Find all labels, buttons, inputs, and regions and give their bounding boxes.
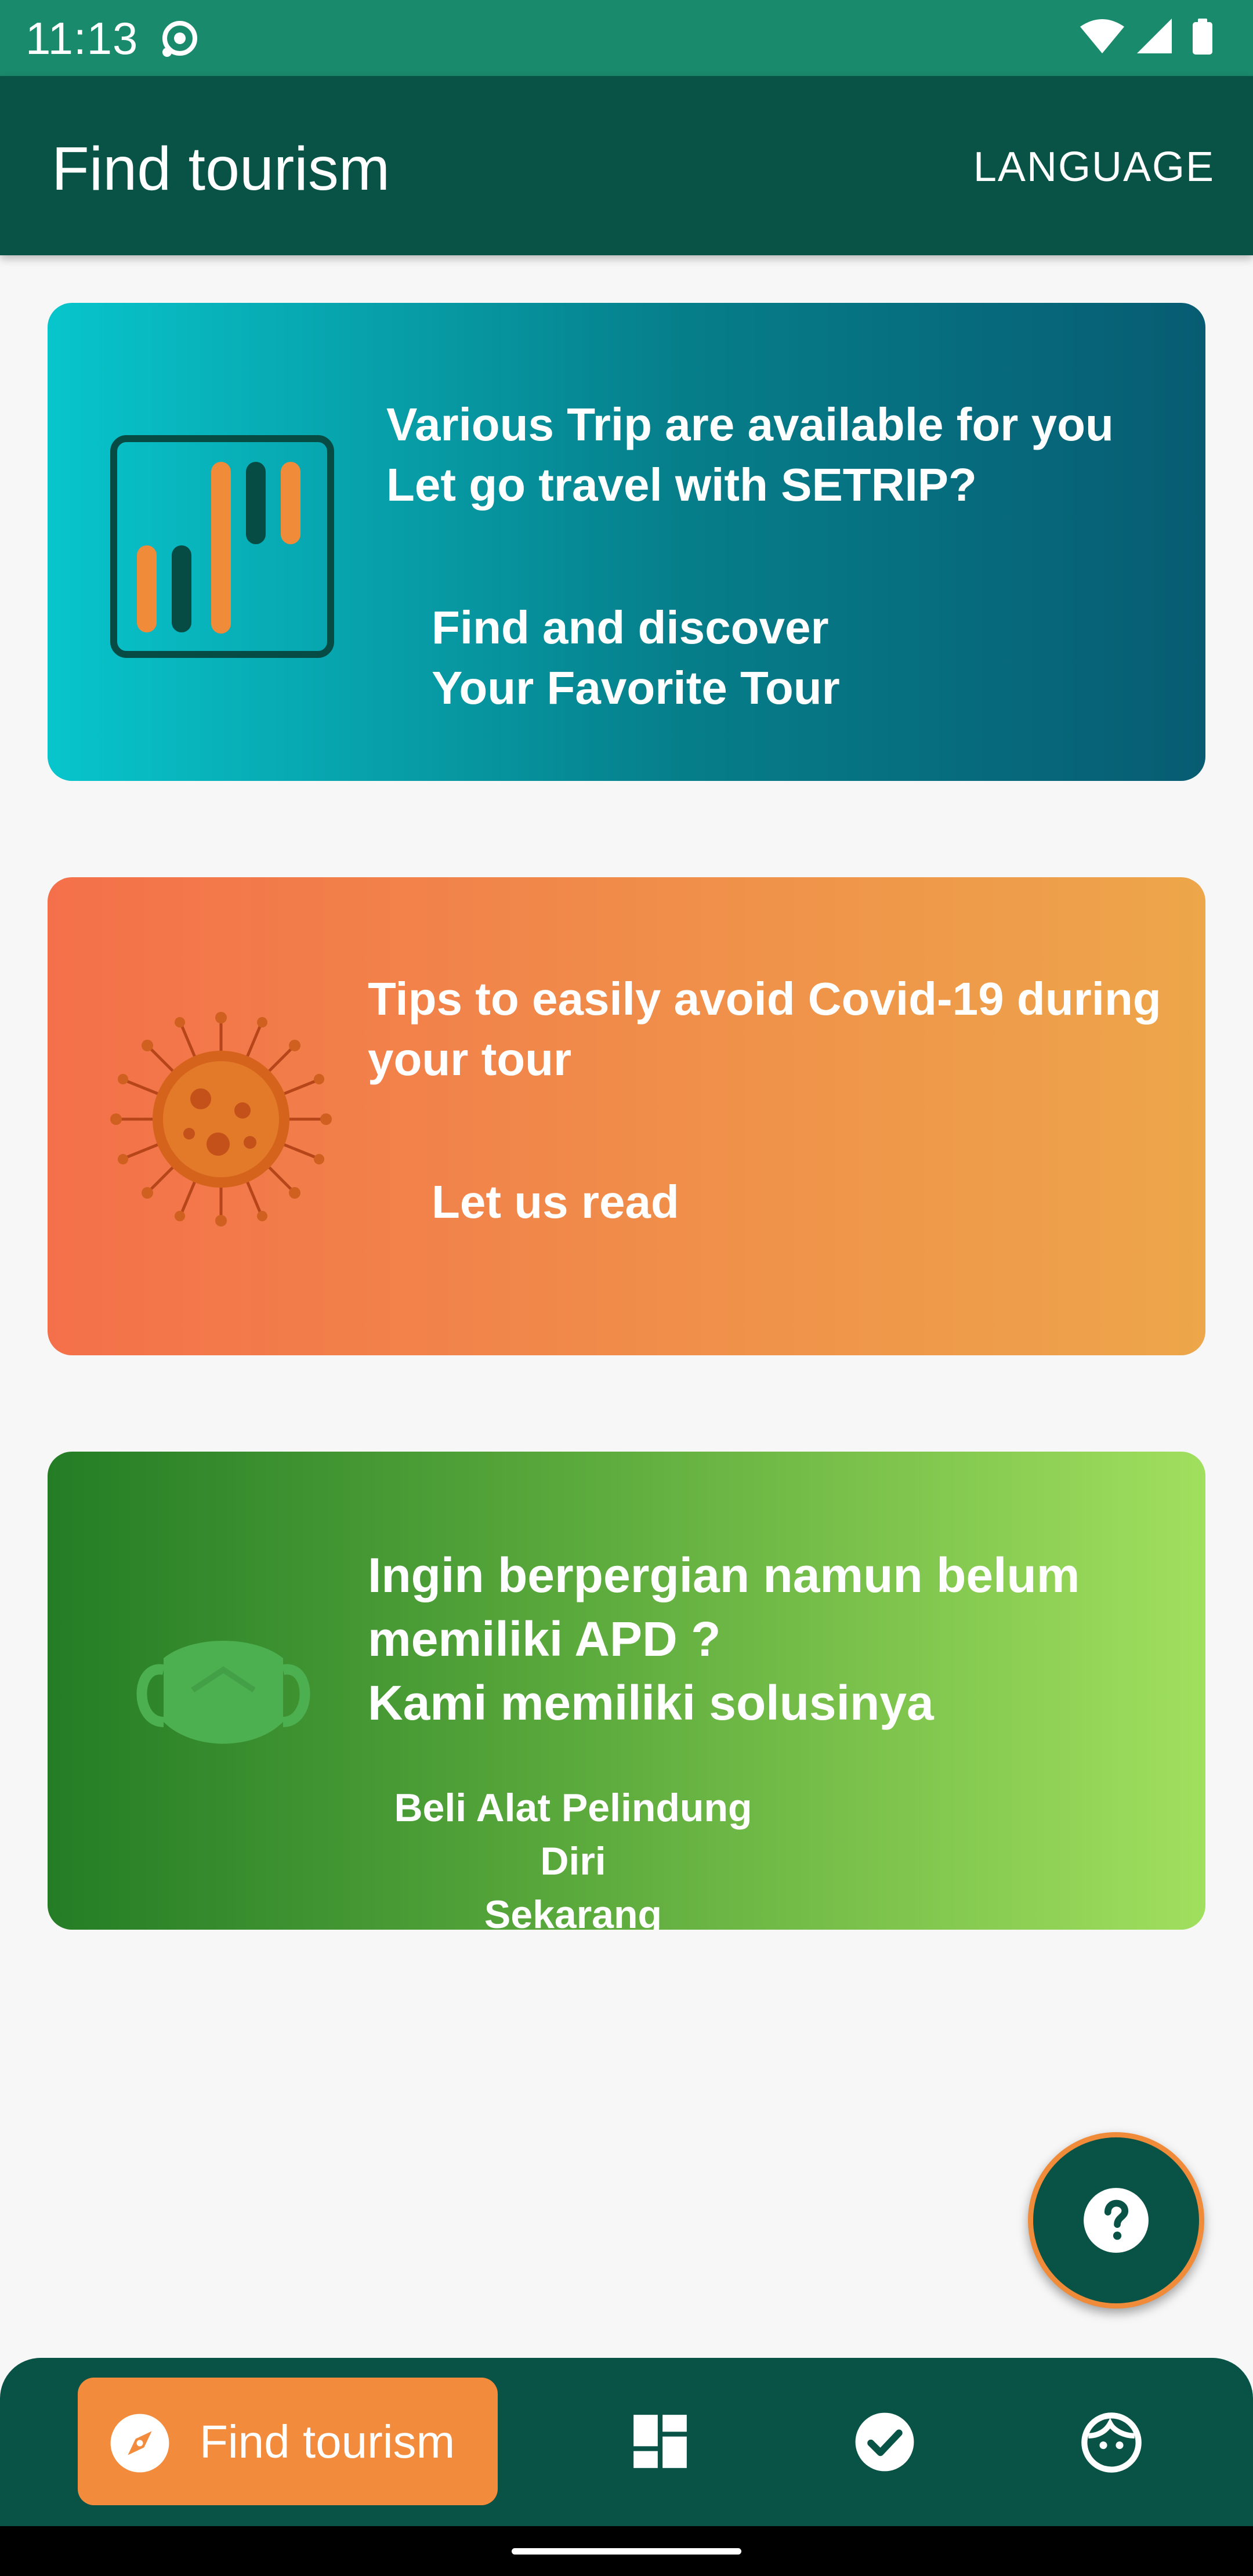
- trip-card[interactable]: Various Trip are available for you Let g…: [48, 303, 1205, 781]
- app-bar: Find tourism LANGUAGE: [0, 76, 1253, 255]
- find-tour-link[interactable]: Find and discover Your Favorite Tour: [432, 598, 840, 718]
- find-tour-link-line: Your Favorite Tour: [432, 662, 840, 714]
- ppe-card-text-line: Ingin berpergian namun belum: [368, 1548, 1080, 1602]
- bottom-navigation: Find tourism: [0, 2358, 1253, 2526]
- wifi-icon: [1080, 19, 1124, 53]
- status-icons: [1080, 19, 1212, 55]
- system-gesture-bar: [0, 2526, 1253, 2576]
- cast-icon: [162, 21, 197, 57]
- nav-item-find-tourism[interactable]: Find tourism: [78, 2378, 498, 2505]
- face-icon[interactable]: [1079, 2410, 1144, 2475]
- covid-tips-text-line: Tips to easily avoid Covid-19 during: [368, 973, 1161, 1025]
- buy-ppe-link-line: Beli Alat Pelindung Diri: [394, 1786, 752, 1883]
- compass-icon: [110, 2414, 169, 2473]
- ppe-card-text-line: memiliki APD ?: [368, 1612, 721, 1666]
- covid-tips-text: Tips to easily avoid Covid-19 during you…: [368, 969, 1161, 1090]
- battery-icon: [1193, 19, 1212, 55]
- trip-card-text: Various Trip are available for you Let g…: [386, 395, 1114, 515]
- status-time: 11:13: [26, 13, 139, 64]
- buy-ppe-link-line: Sekarang: [484, 1893, 662, 1930]
- ppe-card-text: Ingin berpergian namun belum memiliki AP…: [368, 1543, 1080, 1735]
- status-bar: 11:13: [0, 0, 1253, 76]
- help-button[interactable]: [1028, 2132, 1204, 2309]
- read-tips-link-line: Let us read: [432, 1176, 679, 1228]
- ppe-card[interactable]: Ingin berpergian namun belum memiliki AP…: [48, 1452, 1205, 1930]
- dashboard-icon[interactable]: [631, 2412, 689, 2470]
- covid-tips-text-line: your tour: [368, 1033, 572, 1085]
- trip-card-text-line: Let go travel with SETRIP?: [386, 459, 977, 511]
- read-tips-link[interactable]: Let us read: [432, 1172, 679, 1232]
- help-icon: [1084, 2188, 1149, 2253]
- buy-ppe-link[interactable]: Beli Alat Pelindung Diri Sekarang: [376, 1781, 770, 1930]
- ppe-card-text-line: Kami memiliki solusinya: [368, 1676, 934, 1730]
- face-mask-icon: [136, 1641, 310, 1744]
- covid-tips-card[interactable]: Tips to easily avoid Covid-19 during you…: [48, 877, 1205, 1355]
- find-tour-link-line: Find and discover: [432, 602, 829, 653]
- home-gesture-handle[interactable]: [512, 2548, 741, 2555]
- trip-card-text-line: Various Trip are available for you: [386, 399, 1114, 450]
- nav-item-label: Find tourism: [200, 2416, 455, 2468]
- page-title: Find tourism: [52, 135, 390, 203]
- signal-icon: [1137, 19, 1172, 53]
- bar-chart-icon: [110, 435, 334, 658]
- language-button[interactable]: LANGUAGE: [973, 141, 1215, 193]
- check-circle-icon[interactable]: [853, 2410, 917, 2474]
- virus-icon: [110, 1012, 332, 1227]
